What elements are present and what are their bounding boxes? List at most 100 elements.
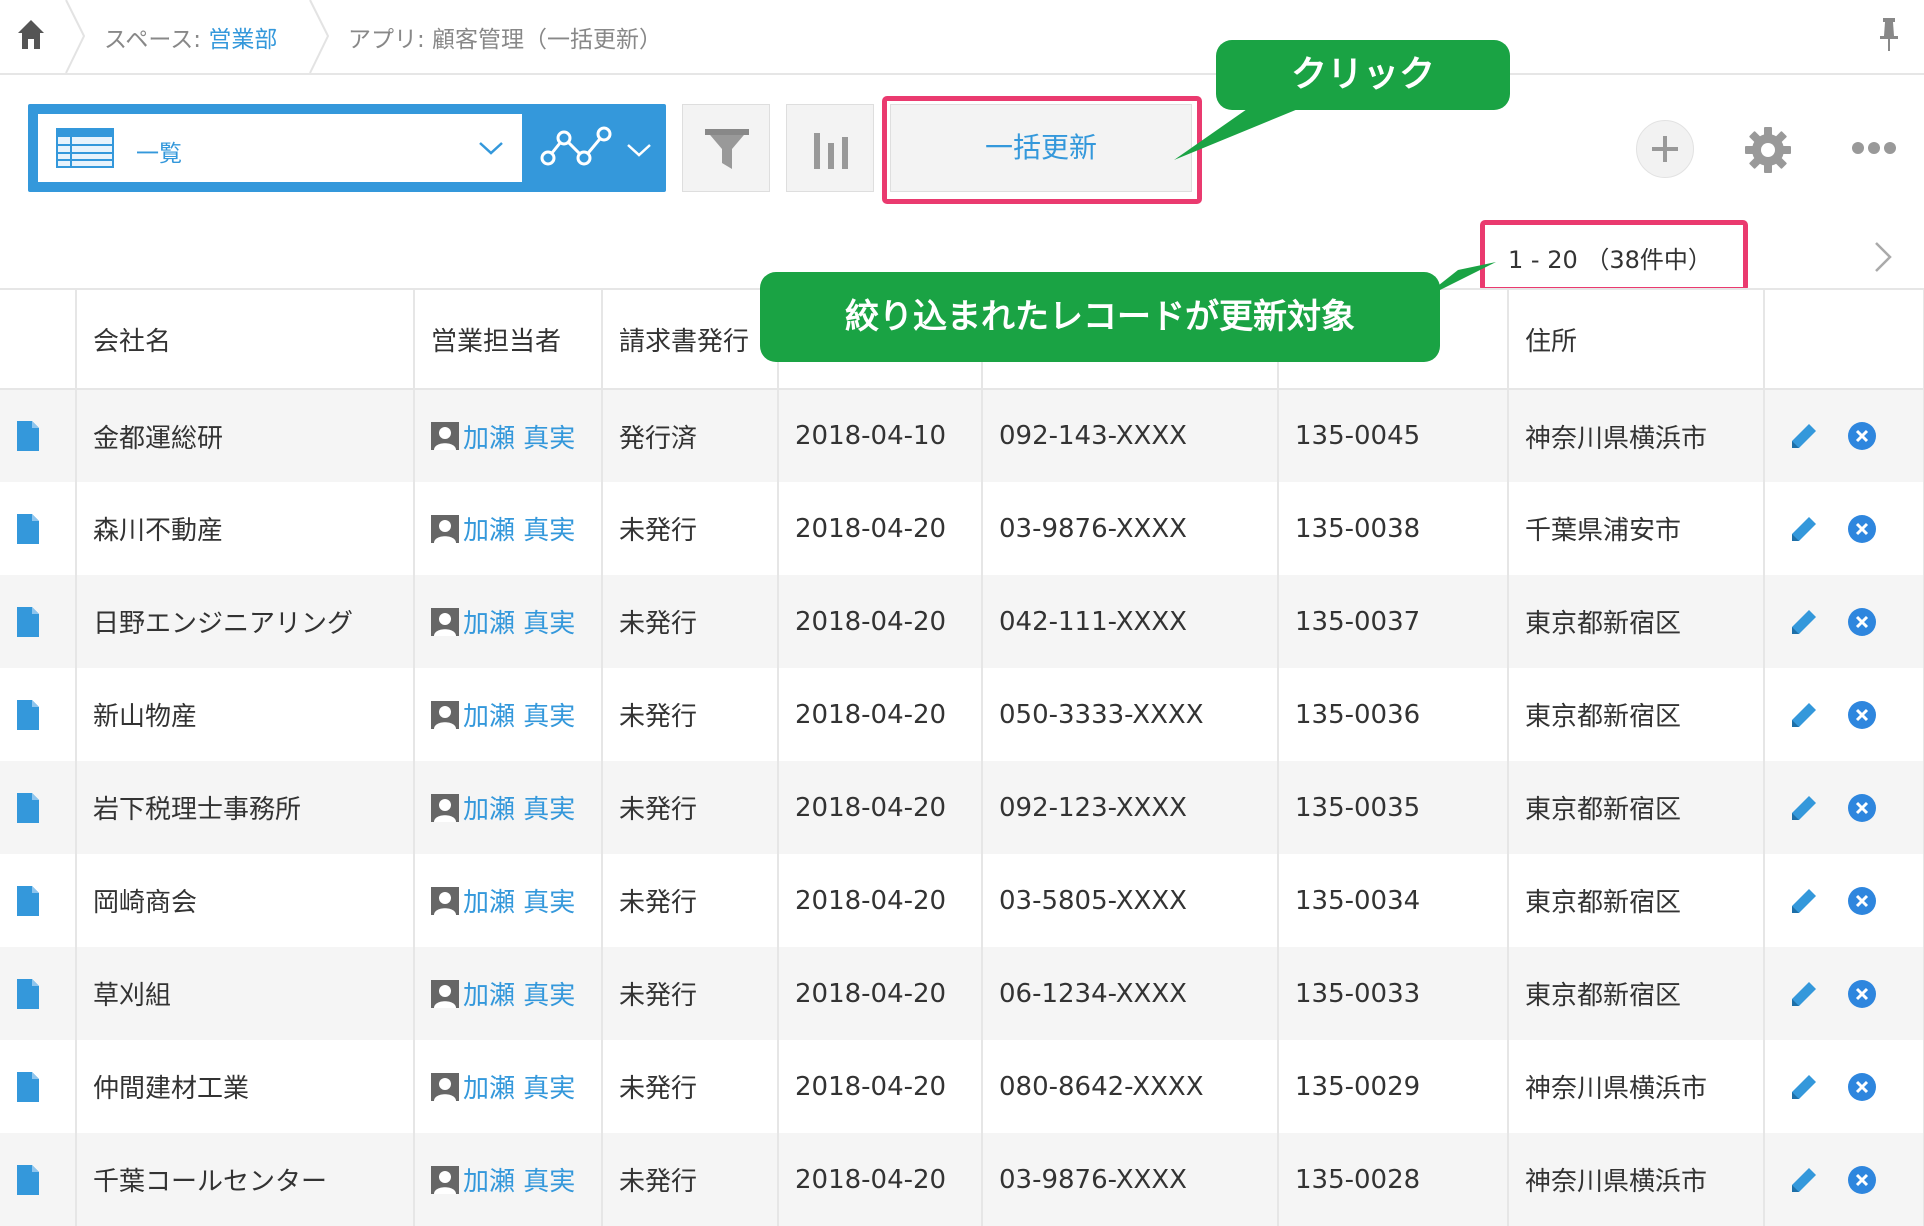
delete-icon[interactable] — [1847, 1165, 1877, 1195]
phone-cell: 080-8642-XXXX — [982, 1040, 1279, 1133]
company-cell: 新山物産 — [76, 668, 415, 761]
document-icon[interactable] — [16, 1164, 40, 1196]
zip-cell: 135-0036 — [1278, 668, 1509, 761]
column-header-invoice[interactable]: 請求書発行 — [602, 288, 779, 390]
actions-cell — [1764, 1040, 1924, 1133]
address-cell: 神奈川県横浜市 — [1508, 1133, 1765, 1226]
company-cell: 千葉コールセンター — [76, 1133, 415, 1226]
rep-cell: 加瀬 真実 — [414, 1133, 603, 1226]
chevron-right-icon[interactable] — [1872, 240, 1894, 274]
edit-pencil-icon[interactable] — [1789, 700, 1819, 730]
delete-icon[interactable] — [1847, 1072, 1877, 1102]
rep-cell: 加瀬 真実 — [414, 854, 603, 947]
delete-icon[interactable] — [1847, 886, 1877, 916]
zip-cell: 135-0033 — [1278, 947, 1509, 1040]
rep-cell: 加瀬 真実 — [414, 668, 603, 761]
add-record-button[interactable] — [1636, 120, 1694, 178]
delete-icon[interactable] — [1847, 979, 1877, 1009]
record-detail-cell[interactable] — [0, 947, 77, 1040]
more-options-icon[interactable] — [1850, 140, 1898, 156]
zip-cell: 135-0038 — [1278, 482, 1509, 575]
column-header-address[interactable]: 住所 — [1508, 288, 1765, 390]
phone-cell: 050-3333-XXXX — [982, 668, 1279, 761]
rep-link[interactable]: 加瀬 真実 — [463, 1167, 575, 1197]
company-cell: 草刈組 — [76, 947, 415, 1040]
delete-icon[interactable] — [1847, 700, 1877, 730]
invoice-status-cell: 未発行 — [602, 575, 779, 668]
gear-icon[interactable] — [1744, 126, 1792, 174]
document-icon[interactable] — [16, 885, 40, 917]
document-icon[interactable] — [16, 420, 40, 452]
delete-icon[interactable] — [1847, 793, 1877, 823]
delete-icon[interactable] — [1847, 421, 1877, 451]
record-detail-cell[interactable] — [0, 389, 77, 482]
invoice-status-cell: 未発行 — [602, 1040, 779, 1133]
record-detail-cell[interactable] — [0, 575, 77, 668]
edit-pencil-icon[interactable] — [1789, 421, 1819, 451]
invoice-status-cell: 未発行 — [602, 947, 779, 1040]
rep-link[interactable]: 加瀬 真実 — [463, 424, 575, 454]
invoice-status-cell: 発行済 — [602, 389, 779, 482]
phone-cell: 03-5805-XXXX — [982, 854, 1279, 947]
pin-icon[interactable] — [1876, 16, 1902, 52]
actions-cell — [1764, 1133, 1924, 1226]
rep-link[interactable]: 加瀬 真実 — [463, 888, 575, 918]
delete-icon[interactable] — [1847, 514, 1877, 544]
home-icon[interactable] — [16, 18, 46, 52]
user-icon — [431, 793, 459, 822]
document-icon[interactable] — [16, 978, 40, 1010]
actions-cell — [1764, 575, 1924, 668]
view-select[interactable]: 一覧 — [38, 114, 522, 182]
callout-click: クリック — [1216, 40, 1510, 110]
company-cell: 仲間建材工業 — [76, 1040, 415, 1133]
record-detail-cell[interactable] — [0, 1133, 77, 1226]
phone-cell: 092-123-XXXX — [982, 761, 1279, 854]
edit-pencil-icon[interactable] — [1789, 793, 1819, 823]
phone-cell: 03-9876-XXXX — [982, 1133, 1279, 1226]
document-icon[interactable] — [16, 606, 40, 638]
document-icon[interactable] — [16, 699, 40, 731]
zip-cell: 135-0037 — [1278, 575, 1509, 668]
company-cell: 森川不動産 — [76, 482, 415, 575]
rep-cell: 加瀬 真実 — [414, 389, 603, 482]
address-cell: 東京都新宿区 — [1508, 854, 1765, 947]
graph-button[interactable] — [786, 104, 874, 192]
delete-icon[interactable] — [1847, 607, 1877, 637]
bar-chart-icon — [814, 133, 848, 169]
company-cell: 岡崎商会 — [76, 854, 415, 947]
edit-pencil-icon[interactable] — [1789, 514, 1819, 544]
phone-cell: 03-9876-XXXX — [982, 482, 1279, 575]
zip-cell: 135-0028 — [1278, 1133, 1509, 1226]
edit-pencil-icon[interactable] — [1789, 1165, 1819, 1195]
column-header-rep[interactable]: 営業担当者 — [414, 288, 603, 390]
column-header-company[interactable]: 会社名 — [76, 288, 415, 390]
graph-icon[interactable] — [540, 124, 616, 172]
invoice-status-cell: 未発行 — [602, 1133, 779, 1226]
rep-link[interactable]: 加瀬 真実 — [463, 609, 575, 639]
edit-pencil-icon[interactable] — [1789, 607, 1819, 637]
document-icon[interactable] — [16, 792, 40, 824]
document-icon[interactable] — [16, 513, 40, 545]
rep-link[interactable]: 加瀬 真実 — [463, 1074, 575, 1104]
address-cell: 神奈川県横浜市 — [1508, 1040, 1765, 1133]
invoice-status-cell: 未発行 — [602, 482, 779, 575]
filter-button[interactable] — [682, 104, 770, 192]
record-detail-cell[interactable] — [0, 482, 77, 575]
rep-link[interactable]: 加瀬 真実 — [463, 702, 575, 732]
table-row: 岩下税理士事務所 加瀬 真実 未発行 2018-04-20 092-123-XXXX 13… — [0, 761, 1924, 854]
record-detail-cell[interactable] — [0, 761, 77, 854]
record-detail-cell[interactable] — [0, 1040, 77, 1133]
edit-pencil-icon[interactable] — [1789, 886, 1819, 916]
rep-link[interactable]: 加瀬 真実 — [463, 981, 575, 1011]
plus-icon — [1652, 136, 1678, 162]
edit-pencil-icon[interactable] — [1789, 1072, 1819, 1102]
table-row: 千葉コールセンター 加瀬 真実 未発行 2018-04-20 03-9876-XXXX 1… — [0, 1133, 1924, 1226]
record-detail-cell[interactable] — [0, 668, 77, 761]
breadcrumb-space-link[interactable]: 営業部 — [208, 27, 277, 53]
chevron-down-icon[interactable] — [626, 142, 652, 158]
rep-link[interactable]: 加瀬 真実 — [463, 795, 575, 825]
record-detail-cell[interactable] — [0, 854, 77, 947]
rep-link[interactable]: 加瀬 真実 — [463, 516, 575, 546]
edit-pencil-icon[interactable] — [1789, 979, 1819, 1009]
document-icon[interactable] — [16, 1071, 40, 1103]
